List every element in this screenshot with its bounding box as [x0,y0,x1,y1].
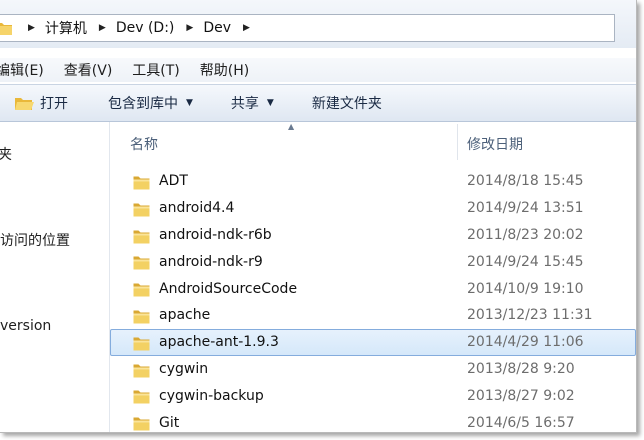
breadcrumb-dev[interactable]: ▶ Dev ▶ [180,20,260,36]
file-modified-date: 2013/8/28 9:20 [467,360,575,377]
file-row[interactable]: apache 2013/12/23 11:31 [110,302,636,329]
folder-icon [133,256,150,270]
folder-icon [133,364,150,378]
file-row[interactable]: android-ndk-r9 2014/9/24 15:45 [110,248,636,275]
new-folder-button[interactable]: 新建文件夹 [312,93,382,113]
file-name: Git [159,414,180,431]
explorer-window: ▶ 计算机 ▶ Dev (D:) ▶ Dev ▶ 编辑(E) 查看(V) 工具(… [0,0,637,433]
address-box[interactable]: ▶ 计算机 ▶ Dev (D:) ▶ Dev ▶ [0,14,615,42]
folder-icon [133,417,150,431]
open-folder-icon [15,98,34,110]
file-modified-date: 2013/8/27 9:02 [467,387,575,404]
chevron-right-icon[interactable]: ▶ [186,23,193,33]
file-row[interactable]: cygwin 2013/8/28 9:20 [110,356,636,383]
file-row[interactable]: AndroidSourceCode 2014/10/9 19:10 [110,275,636,302]
file-modified-date: 2014/4/29 11:06 [467,334,584,351]
file-row[interactable]: android4.4 2014/9/24 13:51 [110,195,636,222]
include-in-library-button[interactable]: 包含到库中 ▼ [108,93,193,113]
folder-icon [133,390,150,404]
menu-bar: 编辑(E) 查看(V) 工具(T) 帮助(H) [0,58,636,82]
menu-view[interactable]: 查看(V) [64,60,113,80]
file-row[interactable]: android-ndk-r6b 2011/8/23 20:02 [110,222,636,249]
file-modified-date: 2014/9/24 13:51 [467,200,584,217]
file-name: android4.4 [159,200,235,217]
file-row[interactable]: ADT 2014/8/18 15:45 [110,168,636,195]
file-row[interactable]: Git 2014/6/5 16:57 [110,409,636,432]
file-name: android-ndk-r9 [159,253,263,270]
folder-icon [133,310,150,324]
nav-item-favorites[interactable]: 夹 [0,144,12,164]
open-button[interactable]: 打开 [14,93,68,113]
address-bar-area: ▶ 计算机 ▶ Dev (D:) ▶ Dev ▶ [0,0,636,48]
folder-icon [133,230,150,244]
column-header-name[interactable]: 名称 [130,134,158,154]
file-row[interactable]: cygwin-backup 2013/8/27 9:02 [110,382,636,409]
file-name: ADT [159,173,188,190]
folder-icon [0,23,12,35]
folder-icon [133,203,150,217]
caret-down-icon: ▼ [266,98,274,108]
file-row[interactable]: apache-ant-1.9.3 2014/4/29 11:06 [110,328,636,356]
folder-icon [133,176,150,190]
sort-up-icon: ▲ [288,122,295,131]
breadcrumb-computer[interactable]: ▶ 计算机 [22,18,93,38]
command-toolbar: 打开 包含到库中 ▼ 共享 ▼ 新建文件夹 [0,84,636,122]
file-name: cygwin-backup [159,387,264,404]
file-modified-date: 2014/8/18 15:45 [467,173,584,190]
folder-icon [133,283,150,297]
file-name: apache [159,307,211,324]
file-modified-date: 2014/10/9 19:10 [467,280,584,297]
column-headers: ▲ 名称 修改日期 [110,122,636,162]
file-name: cygwin [159,360,209,377]
column-divider[interactable] [457,124,458,160]
menu-edit[interactable]: 编辑(E) [0,60,44,80]
file-name: android-ndk-r6b [159,226,272,243]
menu-tools[interactable]: 工具(T) [132,60,179,80]
file-name: AndroidSourceCode [159,280,298,297]
share-button[interactable]: 共享 ▼ [231,93,274,113]
chevron-right-icon[interactable]: ▶ [99,23,106,33]
nav-item-recent-places[interactable]: 访问的位置 [0,230,70,250]
file-list: ADT 2014/8/18 15:45 android4.4 2014/9/24 13… [110,168,636,432]
chevron-right-icon[interactable]: ▶ [28,23,35,33]
file-modified-date: 2014/6/5 16:57 [467,414,575,431]
folder-icon [133,337,150,351]
navigation-pane: 夹 访问的位置 version [0,122,110,432]
menu-help[interactable]: 帮助(H) [200,60,249,80]
nav-item-version[interactable]: version [0,318,51,334]
file-name: apache-ant-1.9.3 [159,334,279,351]
file-modified-date: 2013/12/23 11:31 [467,307,593,324]
file-modified-date: 2011/8/23 20:02 [467,226,584,243]
column-header-date[interactable]: 修改日期 [467,134,523,154]
file-modified-date: 2014/9/24 15:45 [467,253,584,270]
breadcrumb-drive[interactable]: ▶ Dev (D:) [93,20,180,36]
caret-down-icon: ▼ [186,98,193,108]
chevron-right-icon[interactable]: ▶ [243,23,250,33]
